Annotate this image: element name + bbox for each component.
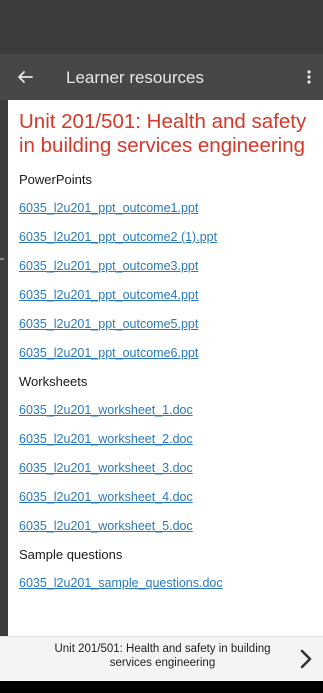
section-title: PowerPoints: [19, 172, 92, 187]
next-page-bar[interactable]: Unit 201/501: Health and safety in build…: [0, 636, 323, 682]
section-sample-questions: Sample questions 6035_l2u201_sample_ques…: [19, 547, 323, 591]
resource-link[interactable]: 6035_l2u201_worksheet_2.doc: [19, 431, 323, 447]
system-nav-bar: [0, 681, 323, 693]
edge-marker: [0, 258, 4, 260]
next-page-label: Unit 201/501: Health and safety in build…: [54, 643, 271, 669]
section-powerpoints: PowerPoints 6035_l2u201_ppt_outcome1.ppt…: [19, 172, 323, 361]
resource-link[interactable]: 6035_l2u201_worksheet_4.doc: [19, 489, 323, 505]
more-vertical-icon[interactable]: [301, 65, 317, 89]
section-title: Sample questions: [19, 547, 123, 562]
section-worksheets: Worksheets 6035_l2u201_worksheet_1.doc 6…: [19, 374, 323, 534]
resource-link[interactable]: 6035_l2u201_ppt_outcome6.ppt: [19, 345, 323, 361]
resource-link[interactable]: 6035_l2u201_sample_questions.doc: [19, 575, 323, 591]
status-bar: [0, 0, 323, 54]
chevron-right-icon[interactable]: [297, 648, 315, 670]
resource-link[interactable]: 6035_l2u201_ppt_outcome4.ppt: [19, 287, 323, 303]
content-panel: Unit 201/501: Health and safety in build…: [8, 100, 323, 636]
resource-link[interactable]: 6035_l2u201_ppt_outcome1.ppt: [19, 200, 323, 216]
resource-link[interactable]: 6035_l2u201_worksheet_5.doc: [19, 518, 323, 534]
section-title: Worksheets: [19, 374, 88, 389]
resource-link[interactable]: 6035_l2u201_ppt_outcome3.ppt: [19, 258, 323, 274]
page-title: Unit 201/501: Health and safety in build…: [19, 110, 307, 157]
resource-link[interactable]: 6035_l2u201_ppt_outcome5.ppt: [19, 316, 323, 332]
resource-link[interactable]: 6035_l2u201_worksheet_3.doc: [19, 460, 323, 476]
app-bar: Learner resources: [0, 54, 323, 100]
resource-link[interactable]: 6035_l2u201_ppt_outcome2 (1).ppt: [19, 229, 323, 245]
arrow-left-icon[interactable]: [14, 66, 36, 88]
app-bar-title: Learner resources: [66, 68, 204, 87]
resource-link[interactable]: 6035_l2u201_worksheet_1.doc: [19, 402, 323, 418]
